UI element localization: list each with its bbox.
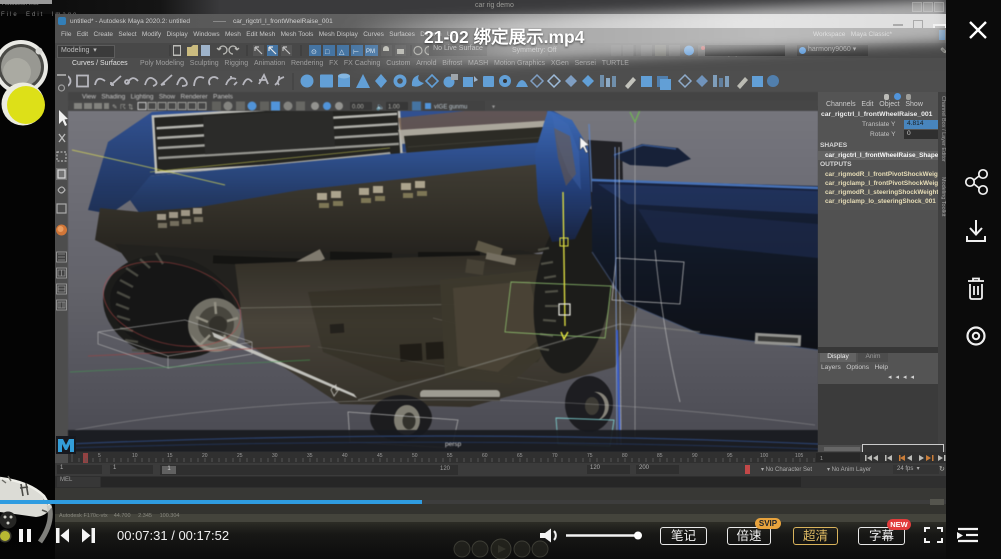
svg-text:85: 85: [657, 453, 663, 459]
svg-text:65: 65: [517, 453, 523, 459]
svg-text:55: 55: [447, 453, 453, 459]
svg-text:80: 80: [622, 453, 628, 459]
svg-text:1: 1: [820, 456, 823, 462]
svg-text:✎: ✎: [112, 104, 118, 111]
svg-text:⊙: ⊙: [311, 49, 317, 56]
svg-text:vIGE gunmu: vIGE gunmu: [434, 105, 467, 111]
svg-text:45: 45: [377, 453, 383, 459]
svg-text:▾: ▾: [492, 105, 495, 111]
svg-text:1.00: 1.00: [388, 105, 400, 111]
svg-text:70: 70: [552, 453, 558, 459]
svg-text:75: 75: [587, 453, 593, 459]
svg-text:⇅: ⇅: [128, 104, 134, 111]
svg-text:105: 105: [795, 453, 804, 459]
svg-text:25: 25: [237, 453, 243, 459]
svg-text:△: △: [339, 49, 345, 56]
svg-text:90: 90: [692, 453, 698, 459]
svg-text:60: 60: [482, 453, 488, 459]
svg-text:⊢: ⊢: [353, 49, 359, 56]
svg-text:0.00: 0.00: [352, 105, 364, 111]
svg-text:View Shading Lighting Sh: View Shading Lighting Show Renderer Pane…: [82, 94, 234, 101]
svg-text:10: 10: [132, 453, 138, 459]
svg-text:30: 30: [272, 453, 278, 459]
svg-text:35: 35: [307, 453, 313, 459]
svg-text:PM: PM: [366, 49, 375, 55]
svg-text:☈: ☈: [120, 103, 126, 111]
svg-text:100: 100: [760, 453, 769, 459]
svg-text:20: 20: [202, 453, 208, 459]
svg-text:40: 40: [342, 453, 348, 459]
svg-text:15: 15: [167, 453, 173, 459]
svg-text:5: 5: [98, 453, 101, 459]
svg-text:🔈: 🔈: [376, 103, 385, 111]
svg-text:persp: persp: [445, 441, 462, 448]
svg-text:95: 95: [727, 453, 733, 459]
svg-text:50: 50: [412, 453, 418, 459]
